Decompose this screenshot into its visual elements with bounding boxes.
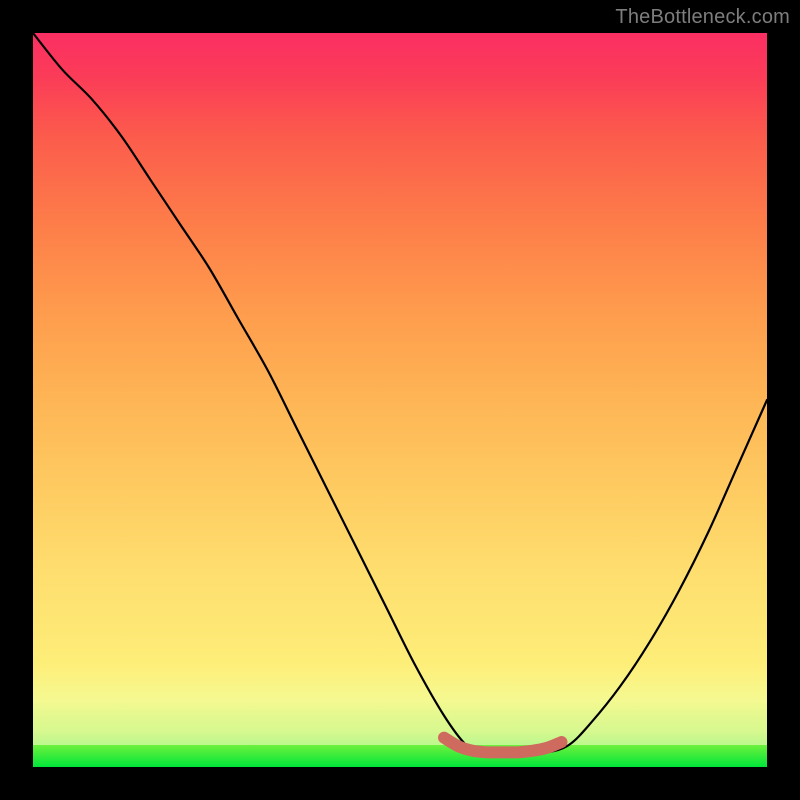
- plot-area: [33, 33, 767, 767]
- bottleneck-highlight: [33, 33, 767, 767]
- watermark-text: TheBottleneck.com: [615, 6, 790, 29]
- chart-stage: TheBottleneck.com: [0, 0, 800, 800]
